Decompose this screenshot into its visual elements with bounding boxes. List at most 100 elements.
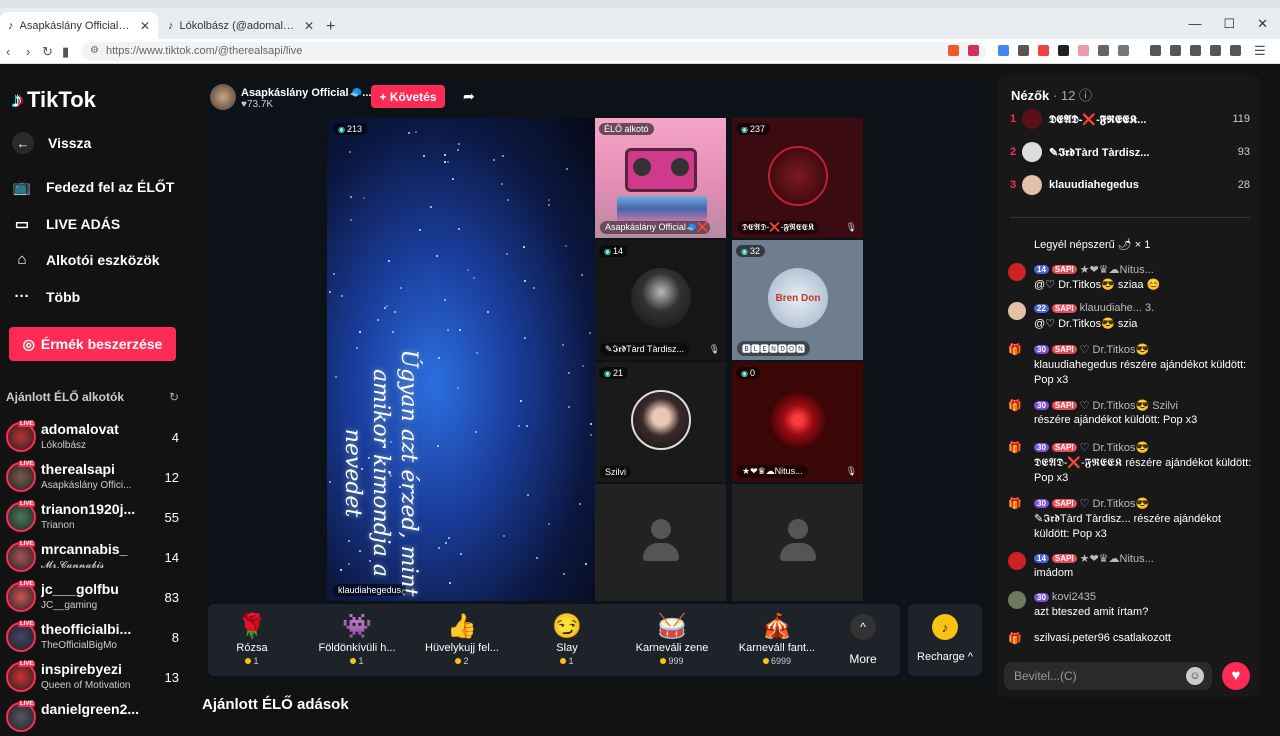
chat-username[interactable]: ★❤♛☁Nitus... bbox=[1080, 263, 1154, 276]
suggested-creator-item[interactable]: LIVE trianon1920j... Trianon 55 bbox=[4, 500, 188, 536]
main-video[interactable]: Úgyan azt érzed, mint amikor kimondja a … bbox=[327, 118, 595, 601]
puzzle-icon[interactable] bbox=[1098, 45, 1109, 56]
vpn-icon[interactable] bbox=[1230, 45, 1241, 56]
empty-guest-slot[interactable] bbox=[595, 484, 726, 601]
sidebar-icon[interactable] bbox=[1170, 45, 1181, 56]
top-viewer-row[interactable]: 3 klauudiahegedus 28 bbox=[1010, 173, 1250, 197]
gift-message-icon[interactable]: 🎁 bbox=[1008, 632, 1026, 650]
chat-username[interactable]: szilvasi.peter96 csatlakozott bbox=[1034, 632, 1171, 644]
close-tab-icon[interactable]: ✕ bbox=[304, 19, 314, 33]
empty-guest-slot[interactable] bbox=[732, 484, 863, 601]
extension-icon[interactable] bbox=[1118, 45, 1129, 56]
url-field[interactable]: ⚙ https://www.tiktok.com/@therealsapi/li… bbox=[82, 42, 986, 61]
forward-nav-icon[interactable]: › bbox=[26, 44, 30, 59]
gift-item[interactable]: 🌹 Rózsa 1 bbox=[204, 612, 300, 666]
extension-icon[interactable] bbox=[1078, 45, 1089, 56]
guest-tile[interactable]: ÉLŐ alkotó Asapkáslány Official🧢❌ bbox=[595, 118, 726, 238]
gift-item[interactable]: 👾 Földönkívüli h... 1 bbox=[309, 612, 405, 666]
gift-message-icon[interactable]: 🎁 bbox=[1008, 343, 1026, 361]
guest-tile[interactable]: ◉ 21 Szilvi bbox=[595, 362, 726, 482]
extension-icon[interactable] bbox=[1018, 45, 1029, 56]
rewards-icon[interactable] bbox=[968, 45, 979, 56]
chat-avatar[interactable] bbox=[1008, 552, 1026, 570]
chat-avatar[interactable] bbox=[1008, 263, 1026, 281]
nav-more[interactable]: ··· Több bbox=[12, 288, 81, 305]
music-icon[interactable] bbox=[1150, 45, 1161, 56]
chat-username[interactable]: kovi2435 bbox=[1052, 591, 1096, 603]
minimize-icon[interactable]: — bbox=[1188, 16, 1201, 32]
top-viewer-row[interactable]: 1 𝕯𝕰𝕬𝕯-❌-𝕱𝕽𝕰𝕰𝕶... 119 bbox=[1010, 107, 1250, 131]
wallet-icon[interactable] bbox=[1190, 45, 1201, 56]
creator-name: jc___golfbu bbox=[41, 581, 119, 597]
brave-shield-icon[interactable] bbox=[948, 45, 959, 56]
leo-icon[interactable] bbox=[1210, 45, 1221, 56]
nav-explore-live[interactable]: 📺 Fedezd fel az ÉLŐT bbox=[12, 178, 175, 196]
browser-tab[interactable]: ♪ Lókolbász (@adomalovat) ÉLŐ adásb ✕ bbox=[160, 12, 322, 39]
guest-tile[interactable]: ◉ 14 ✎𝕴𝖗𝖉Tàrd Tàrdisz... 🎙 bbox=[595, 240, 726, 360]
reload-icon[interactable]: ↻ bbox=[42, 44, 53, 60]
suggested-creator-item[interactable]: LIVE danielgreen2... bbox=[4, 700, 188, 736]
guest-tile[interactable]: ◉ 0 ★❤♛☁Nitus... 🎙 bbox=[732, 362, 863, 482]
back-button[interactable]: ← Vissza bbox=[12, 132, 91, 154]
guest-tile[interactable]: Bren Don ◉ 32 🅱🅻🅴🅽🅳🅾🅽 bbox=[732, 240, 863, 360]
browser-tab-active[interactable]: ♪ Asapkáslány Official🧢❌ (@ ✕ bbox=[0, 12, 158, 39]
creator-name: inspirebyezi bbox=[41, 661, 122, 677]
top-viewer-row[interactable]: 2 ✎𝕴𝖗𝖉Tàrd Tàrdisz... 93 bbox=[1010, 140, 1250, 164]
chat-avatar[interactable] bbox=[1008, 591, 1026, 609]
star-particle bbox=[388, 260, 391, 263]
gift-item[interactable]: 🎪 Karneváll fant... 6999 bbox=[729, 612, 825, 666]
star-particle bbox=[437, 547, 440, 550]
gift-message-icon[interactable]: 🎁 bbox=[1008, 441, 1026, 459]
suggested-creator-item[interactable]: LIVE adomalovat Lókolbász 4 bbox=[4, 420, 188, 456]
maximize-icon[interactable]: ☐ bbox=[1223, 16, 1235, 32]
like-heart-button[interactable]: ♥ bbox=[1222, 662, 1250, 690]
refresh-icon[interactable]: ↻ bbox=[169, 390, 179, 404]
close-window-icon[interactable]: ✕ bbox=[1257, 16, 1268, 32]
menu-icon[interactable]: ☰ bbox=[1254, 43, 1266, 59]
gift-name: Karneváll fant... bbox=[738, 642, 816, 654]
translate-extension-icon[interactable] bbox=[998, 45, 1009, 56]
suggested-creator-item[interactable]: LIVE mrcannabis_ 𝓜𝓻.𝓒𝓪𝓷𝓷𝓪𝓫𝓲𝓼 14 bbox=[4, 540, 188, 576]
follow-button[interactable]: + Követés bbox=[371, 85, 445, 108]
star-particle bbox=[457, 228, 460, 231]
chat-username[interactable]: ♡ Dr.Titkos😎 bbox=[1080, 343, 1150, 356]
get-coins-button[interactable]: ◎ Érmék beszerzése bbox=[9, 327, 176, 361]
chat-input[interactable]: Bevitel...(C) bbox=[1004, 662, 1212, 690]
nav-go-live[interactable]: ▭ LIVE ADÁS bbox=[12, 215, 120, 233]
tiktok-logo[interactable]: ♪ TikTok bbox=[12, 87, 96, 113]
nav-creator-tools[interactable]: ⌂ Alkotói eszközök bbox=[12, 251, 159, 268]
gift-message-icon[interactable]: 🎁 bbox=[1008, 497, 1026, 515]
extension-icon[interactable] bbox=[1038, 45, 1049, 56]
chat-username[interactable]: ★❤♛☁Nitus... bbox=[1080, 552, 1154, 565]
viewer-rank: 2 bbox=[1010, 146, 1017, 158]
new-tab-button[interactable]: + bbox=[326, 18, 335, 36]
close-tab-icon[interactable]: ✕ bbox=[140, 19, 150, 33]
info-icon[interactable]: ⓘ bbox=[1079, 88, 1092, 103]
star-particle bbox=[568, 405, 571, 408]
gift-message-icon[interactable]: 🎁 bbox=[1008, 399, 1026, 417]
chat-username[interactable]: ♡ Dr.Titkos😎 bbox=[1080, 441, 1150, 454]
chat-avatar[interactable] bbox=[1008, 302, 1026, 320]
emoji-icon[interactable]: ☺ bbox=[1186, 667, 1204, 685]
chat-username[interactable]: klauudiahe... 3. bbox=[1080, 302, 1155, 314]
suggested-creator-item[interactable]: LIVE theofficialbi... TheOfficialBigMo 8 bbox=[4, 620, 188, 656]
site-settings-icon[interactable]: ⚙ bbox=[90, 45, 99, 56]
host-avatar[interactable] bbox=[210, 84, 236, 110]
share-icon[interactable]: ➦ bbox=[463, 88, 475, 105]
back-nav-icon[interactable]: ‹ bbox=[6, 44, 10, 59]
coin-icon bbox=[350, 658, 357, 664]
more-gifts-button[interactable]: ^ More bbox=[845, 614, 881, 666]
extension-icon[interactable] bbox=[1058, 45, 1069, 56]
gift-item[interactable]: 🥁 Karneváli zene 999 bbox=[624, 612, 720, 666]
gift-item[interactable]: 😏 Slay 1 bbox=[519, 612, 615, 666]
suggested-creator-item[interactable]: LIVE jc___golfbu JC__gaming 83 bbox=[4, 580, 188, 616]
chat-username[interactable]: ♡ Dr.Titkos😎 bbox=[1080, 497, 1150, 510]
chat-username[interactable]: ♡ Dr.Titkos😎 Szilvi bbox=[1080, 399, 1178, 412]
bookmark-icon[interactable]: ▮ bbox=[62, 44, 69, 60]
star-particle bbox=[458, 328, 461, 331]
recharge-button[interactable]: ♪ Recharge ^ bbox=[908, 604, 982, 676]
suggested-creator-item[interactable]: LIVE therealsapi Asapkáslány Offici... 12 bbox=[4, 460, 188, 496]
gift-item[interactable]: 👍 Hüvelykujj fel... 2 bbox=[414, 612, 510, 666]
guest-tile[interactable]: ◉ 237 𝕯𝕰𝕬𝕯-❌-𝕱𝕽𝕰𝕰𝕶 🎙 bbox=[732, 118, 863, 238]
suggested-creator-item[interactable]: LIVE inspirebyezi Queen of Motivation 13 bbox=[4, 660, 188, 696]
